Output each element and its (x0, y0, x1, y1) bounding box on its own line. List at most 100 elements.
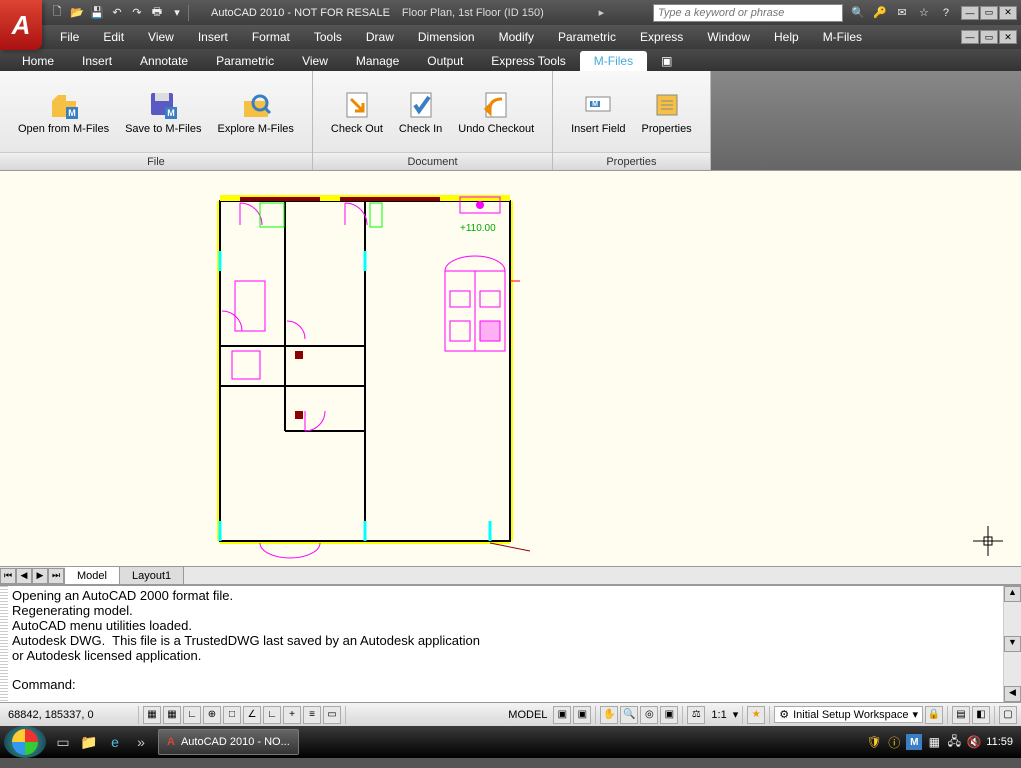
start-button[interactable] (4, 726, 46, 758)
maximize-button[interactable]: ▭ (980, 6, 998, 20)
clean-screen-button[interactable]: ▢ (999, 706, 1017, 724)
scroll-down-button[interactable]: ▼ (1004, 636, 1021, 652)
scroll-up-button[interactable]: ▲ (1004, 586, 1021, 602)
help-icon[interactable]: ? (937, 4, 955, 22)
tab-mfiles[interactable]: M-Files (580, 51, 647, 71)
annotation-scale[interactable]: 1:1 (707, 709, 730, 721)
tab-view[interactable]: View (288, 51, 342, 71)
tray-mfiles-icon[interactable]: M (906, 734, 922, 750)
undo-checkout-button[interactable]: Undo Checkout (450, 87, 542, 137)
close-button[interactable]: ✕ (999, 6, 1017, 20)
lwt-toggle[interactable]: ≡ (303, 706, 321, 724)
favorite-icon[interactable]: ☆ (915, 4, 933, 22)
menu-insert[interactable]: Insert (186, 25, 240, 49)
zoom-button[interactable]: 🔍 (620, 706, 638, 724)
tab-insert[interactable]: Insert (68, 51, 126, 71)
dyn-toggle[interactable]: + (283, 706, 301, 724)
first-tab-button[interactable]: ⏮ (0, 568, 16, 584)
menu-view[interactable]: View (136, 25, 186, 49)
insert-field-button[interactable]: M Insert Field (563, 87, 633, 137)
command-scrollbar[interactable]: ▲ ▼ ◀ (1003, 586, 1021, 702)
workspace-switcher[interactable]: ⚙ Initial Setup Workspace ▾ (774, 706, 923, 723)
quickview-drawings-button[interactable]: ▣ (573, 706, 591, 724)
app-menu-button[interactable]: A (0, 0, 42, 50)
last-tab-button[interactable]: ⏭ (48, 568, 64, 584)
ql-chevron-icon[interactable]: » (129, 730, 153, 754)
annotation-scale-icon[interactable]: ⚖ (687, 706, 705, 724)
annotation-visibility-button[interactable]: ★ (747, 706, 765, 724)
tab-manage[interactable]: Manage (342, 51, 413, 71)
tab-overflow-icon[interactable]: ▣ (647, 51, 686, 71)
command-history[interactable]: Opening an AutoCAD 2000 format file. Reg… (8, 586, 1003, 702)
doc-close-button[interactable]: ✕ (999, 30, 1017, 44)
menu-tools[interactable]: Tools (302, 25, 354, 49)
tray-shield-icon[interactable]: 🛡 (866, 734, 882, 750)
snap-toggle[interactable]: ▦ (143, 706, 161, 724)
menu-mfiles[interactable]: M-Files (811, 25, 874, 49)
tray-volume-icon[interactable]: 🔇 (966, 734, 982, 750)
ie-button[interactable]: e (103, 730, 127, 754)
menu-help[interactable]: Help (762, 25, 811, 49)
toolbar-lock-button[interactable]: 🔒 (925, 706, 943, 724)
taskbar-app-autocad[interactable]: A AutoCAD 2010 - NO... (158, 729, 299, 755)
explore-mfiles-button[interactable]: Explore M-Files (210, 87, 302, 137)
command-prompt[interactable]: Command: (12, 677, 999, 692)
show-desktop-button[interactable]: ▭ (51, 730, 75, 754)
undo-icon[interactable]: ↶ (108, 4, 126, 22)
tab-annotate[interactable]: Annotate (126, 51, 202, 71)
open-from-mfiles-button[interactable]: M Open from M-Files (10, 87, 117, 137)
pan-button[interactable]: ✋ (600, 706, 618, 724)
save-icon[interactable]: 💾 (88, 4, 106, 22)
tab-express-tools[interactable]: Express Tools (477, 51, 579, 71)
otrack-toggle[interactable]: ∠ (243, 706, 261, 724)
key-icon[interactable]: 🔑 (871, 4, 889, 22)
menu-window[interactable]: Window (695, 25, 762, 49)
tray-app-icon[interactable]: ▦ (926, 734, 942, 750)
qat-dropdown-icon[interactable]: ▾ (168, 4, 186, 22)
binoculars-icon[interactable]: 🔍 (849, 4, 867, 22)
grid-toggle[interactable]: ▦ (163, 706, 181, 724)
explorer-button[interactable]: 📁 (77, 730, 101, 754)
menu-format[interactable]: Format (240, 25, 302, 49)
doc-minimize-button[interactable]: — (961, 30, 979, 44)
polar-toggle[interactable]: ⊕ (203, 706, 221, 724)
isolate-objects-button[interactable]: ◧ (972, 706, 990, 724)
quickview-layouts-button[interactable]: ▣ (553, 706, 571, 724)
menu-express[interactable]: Express (628, 25, 695, 49)
osnap-toggle[interactable]: □ (223, 706, 241, 724)
tray-network-icon[interactable]: 🖧 (946, 734, 962, 750)
redo-icon[interactable]: ↷ (128, 4, 146, 22)
prev-tab-button[interactable]: ◀ (16, 568, 32, 584)
tray-info-icon[interactable]: ⓘ (886, 734, 902, 750)
ortho-toggle[interactable]: ∟ (183, 706, 201, 724)
tab-output[interactable]: Output (413, 51, 477, 71)
scale-dropdown-icon[interactable]: ▾ (733, 708, 739, 721)
menu-modify[interactable]: Modify (487, 25, 546, 49)
steering-wheel-button[interactable]: ◎ (640, 706, 658, 724)
print-icon[interactable]: 🖶 (148, 4, 166, 22)
minimize-button[interactable]: — (961, 6, 979, 20)
scroll-left-button[interactable]: ◀ (1004, 686, 1021, 702)
menu-edit[interactable]: Edit (91, 25, 136, 49)
save-to-mfiles-button[interactable]: M Save to M-Files (117, 87, 209, 137)
drawing-canvas[interactable]: +110.00 (0, 171, 1021, 566)
comm-icon[interactable]: ✉ (893, 4, 911, 22)
open-icon[interactable]: 📂 (68, 4, 86, 22)
taskbar-clock[interactable]: 11:59 (986, 736, 1013, 748)
qp-toggle[interactable]: ▭ (323, 706, 341, 724)
check-out-button[interactable]: Check Out (323, 87, 391, 137)
properties-button[interactable]: Properties (634, 87, 700, 137)
showmotion-button[interactable]: ▣ (660, 706, 678, 724)
hardware-accel-button[interactable]: ▤ (952, 706, 970, 724)
menu-parametric[interactable]: Parametric (546, 25, 628, 49)
new-icon[interactable]: 🗋 (48, 4, 66, 22)
tab-home[interactable]: Home (8, 51, 68, 71)
model-tab[interactable]: Model (65, 567, 120, 584)
doc-restore-button[interactable]: ▭ (980, 30, 998, 44)
ducs-toggle[interactable]: ∟ (263, 706, 281, 724)
menu-dimension[interactable]: Dimension (406, 25, 487, 49)
space-indicator[interactable]: MODEL (504, 709, 551, 721)
command-grip[interactable] (0, 586, 8, 702)
menu-draw[interactable]: Draw (354, 25, 406, 49)
check-in-button[interactable]: Check In (391, 87, 450, 137)
